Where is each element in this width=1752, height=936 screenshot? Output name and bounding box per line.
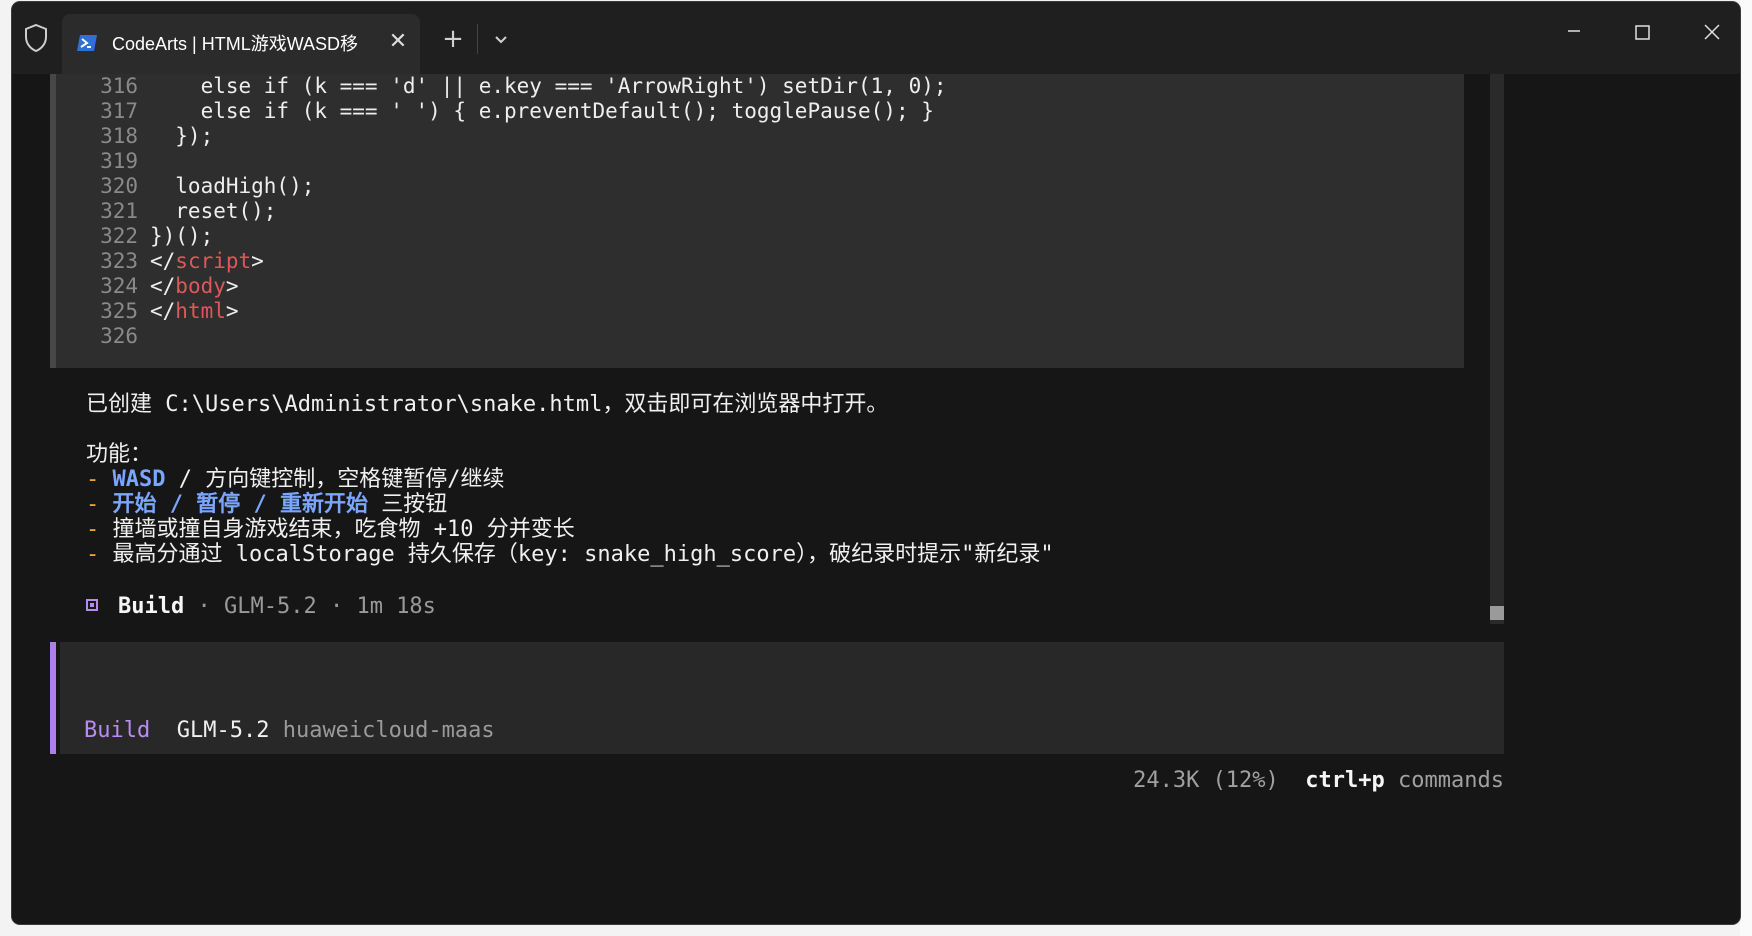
tag-close: > [251, 249, 264, 273]
powershell-icon [77, 35, 97, 51]
code-text: </body> [138, 274, 239, 299]
code-line: 317 else if (k === ' ') { e.preventDefau… [56, 99, 934, 124]
model-name[interactable]: GLM-5.2 [177, 718, 270, 743]
tag-name: body [175, 274, 226, 298]
shield-icon [25, 23, 47, 53]
context-usage: 24.3K (12%) [1133, 768, 1279, 793]
tag-name: html [175, 299, 226, 323]
tab-divider [477, 24, 478, 54]
feature-item: - 最高分通过 localStorage 持久保存（key: snake_hig… [86, 542, 1054, 567]
build-model: GLM-5.2 [223, 594, 317, 619]
code-line: 325 </html> [56, 299, 239, 324]
chevron-down-icon[interactable] [486, 24, 516, 54]
prompt-accent-gap [56, 642, 60, 754]
code-block: 316 else if (k === 'd' || e.key === 'Arr… [50, 74, 1464, 368]
line-number: 321 [100, 199, 138, 223]
tag-open: </ [150, 249, 176, 273]
scrollbar-thumb[interactable] [1490, 606, 1504, 620]
terminal-content[interactable]: 316 else if (k === 'd' || e.key === 'Arr… [12, 74, 1740, 924]
close-window-icon[interactable] [1692, 18, 1732, 48]
tab-title: CodeArts | HTML游戏WASD移 [112, 34, 359, 54]
code-line: 318 }); [56, 124, 213, 149]
build-duration: 1m 18s [356, 594, 436, 619]
tag-open: </ [150, 274, 176, 298]
build-info: Build · GLM-5.2 · 1m 18s [86, 594, 436, 619]
code-text: else if (k === 'd' || e.key === 'ArrowRi… [150, 74, 947, 98]
feature-item: - WASD / 方向键控制，空格键暂停/继续 [86, 467, 504, 492]
code-text: })(); [150, 224, 214, 248]
code-line: 322 })(); [56, 224, 213, 249]
created-message: 已创建 C:\Users\Administrator\snake.html，双击… [86, 392, 889, 417]
new-tab-button[interactable]: + [438, 24, 468, 54]
bullet: - [86, 542, 100, 567]
tag-open: </ [150, 299, 176, 323]
feature-text: 撞墙或撞自身游戏结束，吃食物 +10 分并变长 [112, 517, 575, 542]
bullet: - [86, 467, 100, 492]
code-line: 320 loadHigh(); [56, 174, 314, 199]
feature-item: - 开始 / 暂停 / 重新开始 三按钮 [86, 492, 447, 517]
code-text: else if (k === ' ') { e.preventDefault()… [150, 99, 934, 123]
provider-name: huaweicloud-maas [282, 718, 495, 743]
feature-highlight: 开始 / 暂停 / 重新开始 [112, 492, 368, 517]
title-bar: CodeArts | HTML游戏WASD移 ✕ + [12, 2, 1740, 74]
tab-close-icon[interactable]: ✕ [384, 28, 412, 56]
line-number: 318 [100, 124, 138, 148]
commands-label[interactable]: commands [1398, 768, 1504, 793]
feature-highlight: WASD [112, 467, 166, 492]
line-number: 325 [100, 299, 138, 323]
line-number: 326 [100, 324, 138, 348]
line-number: 324 [100, 274, 138, 298]
code-text: </html> [138, 299, 239, 324]
line-number: 320 [100, 174, 138, 198]
features-heading: 功能： [86, 442, 153, 467]
shortcut-key: ctrl+p [1305, 768, 1385, 793]
prompt-agent-line: Build GLM-5.2 huaweicloud-maas [84, 718, 495, 743]
line-number: 316 [100, 74, 138, 98]
tag-name: script [175, 249, 252, 273]
line-number: 322 [100, 224, 138, 248]
code-line: 319 [56, 149, 150, 174]
code-line: 326 [56, 324, 150, 349]
bullet: - [86, 517, 100, 542]
minimize-icon[interactable] [1554, 18, 1594, 48]
scrollbar-track[interactable] [1490, 74, 1504, 624]
feature-text: 最高分通过 localStorage 持久保存（key: snake_high_… [112, 542, 1054, 567]
code-text: </script> [138, 249, 264, 274]
code-line: 316 else if (k === 'd' || e.key === 'Arr… [56, 74, 947, 99]
separator: · [184, 594, 224, 619]
tab-codearts[interactable]: CodeArts | HTML游戏WASD移 ✕ [62, 14, 420, 74]
code-text: }); [150, 124, 214, 148]
maximize-icon[interactable] [1622, 18, 1662, 48]
code-line: 321 reset(); [56, 199, 276, 224]
terminal-window: CodeArts | HTML游戏WASD移 ✕ + 316 else if (… [12, 2, 1740, 924]
line-number: 323 [100, 249, 138, 273]
line-number: 317 [100, 99, 138, 123]
status-bar: 24.3K (12%) ctrl+p commands [1133, 768, 1504, 793]
feature-text: / 方向键控制，空格键暂停/继续 [165, 467, 505, 492]
build-square-icon [86, 599, 98, 611]
code-text: loadHigh(); [150, 174, 315, 198]
build-label: Build [118, 594, 185, 619]
code-line: 323 </script> [56, 249, 264, 274]
feature-text: 三按钮 [367, 492, 448, 517]
background-app-edge [1740, 0, 1752, 936]
code-text: reset(); [150, 199, 277, 223]
line-number: 319 [100, 149, 138, 173]
feature-item: - 撞墙或撞自身游戏结束，吃食物 +10 分并变长 [86, 517, 575, 542]
separator: · [316, 594, 357, 619]
tag-close: > [225, 299, 239, 323]
bullet: - [86, 492, 100, 517]
agent-mode[interactable]: Build [84, 718, 150, 743]
code-line: 324 </body> [56, 274, 239, 299]
tag-close: > [225, 274, 239, 298]
